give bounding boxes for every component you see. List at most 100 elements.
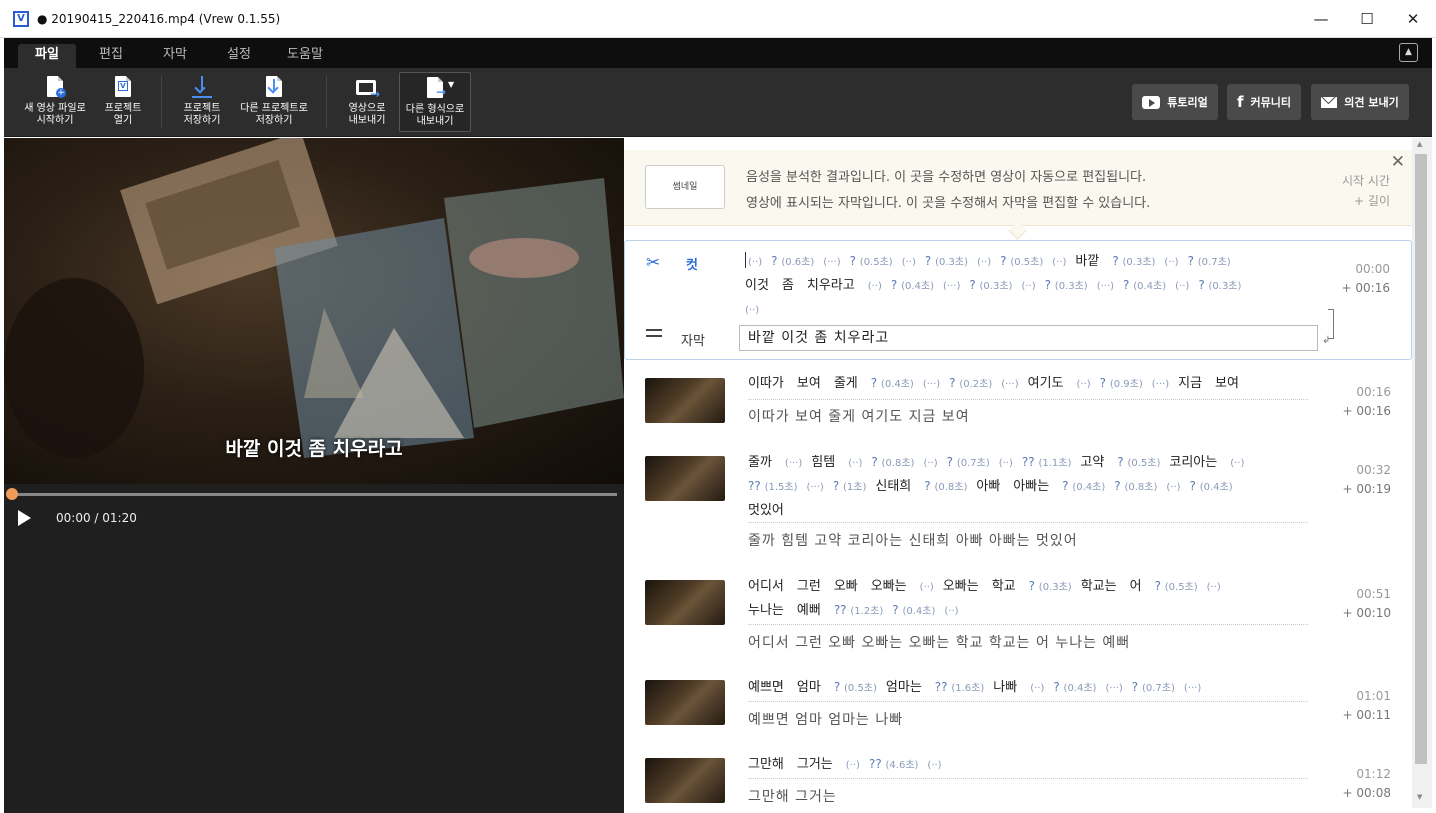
scroll-thumb[interactable] — [1415, 154, 1427, 764]
community-button[interactable]: f 커뮤니티 — [1227, 84, 1301, 120]
clip-row[interactable]: 그만해 그거는 (··) ?? (4.6초) (··) 그만해 그거는 01:12 + 0… — [624, 750, 1412, 808]
transcript-word[interactable]: 그거는 — [797, 757, 833, 772]
transcript-word[interactable]: 이것 — [745, 278, 769, 293]
tab-settings[interactable]: 설정 — [214, 44, 264, 68]
clip-transcript[interactable]: 그만해 그거는 (··) ?? (4.6초) (··) — [748, 753, 1308, 777]
transcript-word[interactable]: 오빠 — [834, 579, 858, 594]
editor-scrollbar[interactable]: ▲ ▼ — [1412, 138, 1432, 808]
transcript-word[interactable]: 멋있어 — [748, 503, 784, 518]
silence-marker[interactable]: (···) — [785, 458, 802, 469]
silence-marker[interactable]: (··) — [1164, 257, 1178, 268]
unrecognized-segment[interactable]: ? (0.5초) — [1000, 254, 1043, 268]
collapse-ribbon-button[interactable]: ▲ — [1399, 43, 1418, 62]
unrecognized-segment[interactable]: ? (0.4초) — [1053, 680, 1096, 694]
unrecognized-segment[interactable]: ?? (1.5초) — [748, 479, 797, 493]
tab-subtitle[interactable]: 자막 — [150, 44, 200, 68]
transcript-word[interactable]: 누나는 — [748, 603, 784, 618]
transcript-word[interactable]: 그만해 — [748, 757, 784, 772]
silence-marker[interactable]: (··) — [1207, 582, 1221, 593]
progress-handle[interactable] — [6, 488, 18, 500]
tab-help[interactable]: 도움말 — [278, 44, 332, 68]
silence-marker[interactable]: (··) — [977, 257, 991, 268]
info-close-icon[interactable]: ✕ — [1391, 152, 1405, 172]
unrecognized-segment[interactable]: ? (0.5초) — [834, 680, 877, 694]
transcript-word[interactable]: 바깥 — [1075, 254, 1099, 269]
unrecognized-segment[interactable]: ? (0.3초) — [925, 254, 968, 268]
silence-marker[interactable]: (···) — [1184, 683, 1201, 694]
progress-track[interactable] — [12, 493, 617, 496]
scissors-icon[interactable]: ✂ — [646, 253, 660, 273]
transcript-word[interactable]: 오빠는 — [943, 579, 979, 594]
transcript-word[interactable]: 줄까 — [748, 455, 772, 470]
unrecognized-segment[interactable]: ? (1초) — [833, 479, 867, 493]
clip-transcript[interactable]: 이따가 보여 줄게 ? (0.4초) (···) ? (0.2초) (···) 여기도 (··)… — [748, 372, 1308, 396]
close-button[interactable]: ✕ — [1390, 0, 1436, 38]
transcript-word[interactable]: 지금 — [1178, 376, 1202, 391]
silence-marker[interactable]: (··) — [846, 760, 860, 771]
silence-marker[interactable]: (··) — [745, 305, 759, 316]
transcript-word[interactable]: 여기도 — [1028, 376, 1064, 391]
unrecognized-segment[interactable]: ? (0.4초) — [892, 603, 935, 617]
silence-marker[interactable]: (··) — [902, 257, 916, 268]
active-clip-row[interactable]: ✂ 컷 (··) ? (0.6초) (···) ? (0.5초) (··) ? (0.3초… — [624, 240, 1412, 360]
transcript-word[interactable]: 고약 — [1080, 455, 1104, 470]
silence-marker[interactable]: (··) — [1030, 683, 1044, 694]
unrecognized-segment[interactable]: ? (0.5초) — [1117, 455, 1160, 469]
transcript-word[interactable]: 신태희 — [875, 479, 911, 494]
transcript-word[interactable]: 아빠는 — [1013, 479, 1049, 494]
minimize-button[interactable]: — — [1298, 0, 1344, 38]
maximize-button[interactable]: ☐ — [1344, 0, 1390, 38]
silence-marker[interactable]: (··) — [748, 257, 762, 268]
unrecognized-segment[interactable]: ? (0.4초) — [891, 278, 934, 292]
silence-marker[interactable]: (··) — [923, 458, 937, 469]
silence-marker[interactable]: (··) — [1077, 379, 1091, 390]
clip-row[interactable]: 예쁘면 엄마 ? (0.5초) 엄마는 ?? (1.6초) 나빠 (··) ? (0.4초) (… — [624, 670, 1412, 750]
silence-marker[interactable]: (···) — [1152, 379, 1169, 390]
save-project-button[interactable]: 프로젝트 저장하기 — [172, 72, 232, 132]
transcript-word[interactable]: 치우라고 — [807, 278, 855, 293]
unrecognized-segment[interactable]: ? (0.6초) — [771, 254, 814, 268]
silence-marker[interactable]: (··) — [944, 606, 958, 617]
clip-thumbnail[interactable] — [645, 456, 725, 501]
transcript-word[interactable]: 보여 — [797, 376, 821, 391]
transcript-word[interactable]: 예쁘면 — [748, 680, 784, 695]
silence-marker[interactable]: (···) — [806, 482, 823, 493]
silence-marker[interactable]: (··) — [920, 582, 934, 593]
active-transcript[interactable]: (··) ? (0.6초) (···) ? (0.5초) (··) ? (0.3초) (··… — [745, 250, 1305, 322]
video-frame[interactable]: 바깥 이것 좀 치우라고 — [4, 138, 624, 484]
silence-marker[interactable]: (··) — [848, 458, 862, 469]
transcript-word[interactable]: 이따가 — [748, 376, 784, 391]
silence-marker[interactable]: (···) — [943, 281, 960, 292]
unrecognized-segment[interactable]: ? (0.9초) — [1100, 376, 1143, 390]
transcript-word[interactable]: 예뻐 — [797, 603, 821, 618]
transcript-word[interactable]: 학교 — [992, 579, 1016, 594]
transcript-word[interactable]: 오빠는 — [871, 579, 907, 594]
open-project-button[interactable]: V 프로젝트 열기 — [96, 72, 150, 132]
unrecognized-segment[interactable]: ? (0.7초) — [947, 455, 990, 469]
clip-transcript[interactable]: 예쁘면 엄마 ? (0.5초) 엄마는 ?? (1.6초) 나빠 (··) ? (0.4초) (… — [748, 676, 1308, 700]
clip-transcript[interactable]: 어디서 그런 오빠 오빠는 (··) 오빠는 학교 ? (0.3초) 학교는 어 ? (0.5초) (… — [748, 575, 1308, 623]
play-button[interactable] — [18, 510, 31, 526]
unrecognized-segment[interactable]: ? (0.5초) — [1155, 579, 1198, 593]
export-format-button[interactable]: → ▼ 다른 형식으로 내보내기 — [399, 72, 471, 132]
tab-file[interactable]: 파일 — [18, 44, 76, 68]
clip-thumbnail[interactable] — [645, 758, 725, 803]
export-video-button[interactable]: → 영상으로 내보내기 — [338, 72, 396, 132]
unrecognized-segment[interactable]: ? (0.4초) — [1123, 278, 1166, 292]
unrecognized-segment[interactable]: ? (0.5초) — [850, 254, 893, 268]
feedback-button[interactable]: 의견 보내기 — [1311, 84, 1409, 120]
clip-row[interactable]: 이따가 보여 줄게 ? (0.4초) (···) ? (0.2초) (···) 여기도 (··)… — [624, 368, 1412, 438]
unrecognized-segment[interactable]: ?? (1.1초) — [1022, 455, 1071, 469]
unrecognized-segment[interactable]: ? (0.3초) — [1045, 278, 1088, 292]
cut-label[interactable]: 컷 — [686, 254, 698, 273]
silence-marker[interactable]: (··) — [1052, 257, 1066, 268]
clip-subtitle[interactable]: 그만해 그거는 — [748, 786, 837, 806]
unrecognized-segment[interactable]: ? (0.2초) — [949, 376, 992, 390]
silence-marker[interactable]: (··) — [868, 281, 882, 292]
transcript-word[interactable]: 아빠 — [976, 479, 1000, 494]
silence-marker[interactable]: (··) — [1021, 281, 1035, 292]
unrecognized-segment[interactable]: ? (0.4초) — [1190, 479, 1233, 493]
silence-marker[interactable]: (··) — [1175, 281, 1189, 292]
transcript-word[interactable]: 코리아는 — [1169, 455, 1217, 470]
tab-edit[interactable]: 편집 — [86, 44, 136, 68]
